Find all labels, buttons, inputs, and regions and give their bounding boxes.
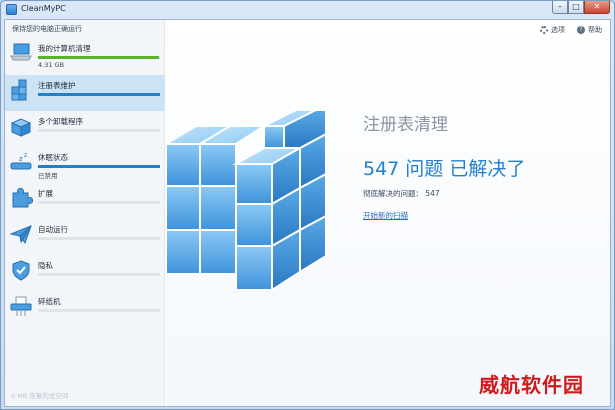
sidebar-item-label: 自动运行 xyxy=(38,225,68,234)
sidebar-item-autorun[interactable]: 自动运行 xyxy=(5,219,165,255)
laptop-icon xyxy=(10,43,32,61)
resolved-count: 彻底解决的问题： 547 xyxy=(363,189,440,198)
progress-track xyxy=(38,273,160,276)
start-new-scan-link[interactable]: 开始新的扫描 xyxy=(363,210,408,221)
progress-track xyxy=(38,56,160,59)
progress-track xyxy=(38,129,160,132)
gear-icon xyxy=(540,26,548,34)
progress-fill xyxy=(38,56,159,59)
progress-track xyxy=(38,93,160,96)
progress-fill xyxy=(38,165,160,168)
help-icon: ? xyxy=(577,26,585,34)
options-link[interactable]: 选项 xyxy=(540,25,565,35)
help-link[interactable]: ? 帮助 xyxy=(577,25,602,35)
box-icon xyxy=(10,118,32,137)
sidebar-item-label: 扩展 xyxy=(38,189,53,198)
sidebar-item-label: 碎纸机 xyxy=(38,297,61,306)
site-watermark: 威航软件园 xyxy=(479,373,584,397)
svg-text:z: z xyxy=(19,155,23,163)
client-area: 保持您的电脑正确运行 我的计算机清理 4.31 GB 注册表维护 多个卸载程序 … xyxy=(4,19,611,407)
sidebar-item-label: 注册表维护 xyxy=(38,81,76,90)
sidebar-item-label: 休眠状态 xyxy=(38,153,68,162)
sidebar: 保持您的电脑正确运行 我的计算机清理 4.31 GB 注册表维护 多个卸载程序 … xyxy=(5,20,165,406)
shredder-icon xyxy=(10,296,32,316)
sidebar-item-privacy[interactable]: 隐私 xyxy=(5,255,165,291)
sidebar-item-sub: 4.31 GB xyxy=(38,61,65,69)
sidebar-tagline: 保持您的电脑正确运行 xyxy=(12,25,82,33)
registry-cube-illustration xyxy=(166,109,327,292)
title-bar[interactable]: CleanMyPC – □ ✕ xyxy=(1,1,614,19)
shield-icon xyxy=(12,260,30,281)
sidebar-item-registry-maintenance[interactable]: 注册表维护 xyxy=(5,75,165,111)
top-links: 选项 ? 帮助 xyxy=(540,25,602,35)
app-window: CleanMyPC – □ ✕ 保持您的电脑正确运行 我的计算机清理 4.31 … xyxy=(0,0,615,410)
sidebar-item-my-computer-cleanup[interactable]: 我的计算机清理 4.31 GB xyxy=(5,38,165,74)
options-label: 选项 xyxy=(551,26,565,34)
sidebar-item-shredder[interactable]: 碎纸机 xyxy=(5,291,165,327)
page-title: 注册表清理 xyxy=(363,115,448,135)
sidebar-item-label: 多个卸载程序 xyxy=(38,117,83,126)
minimize-button[interactable]: – xyxy=(552,1,568,14)
progress-track xyxy=(38,237,160,240)
sidebar-item-extensions[interactable]: 扩展 xyxy=(5,183,165,219)
paper-plane-icon xyxy=(9,225,32,245)
svg-text:z: z xyxy=(24,152,27,159)
progress-track xyxy=(38,309,160,312)
result-summary: 547 问题 已解决了 xyxy=(363,158,526,180)
close-button[interactable]: ✕ xyxy=(584,1,610,14)
window-controls: – □ ✕ xyxy=(552,1,610,17)
puzzle-icon xyxy=(12,187,33,208)
sidebar-item-uninstaller[interactable]: 多个卸载程序 xyxy=(5,111,165,147)
progress-track xyxy=(38,165,160,168)
registry-cubes-icon xyxy=(11,79,27,101)
sidebar-item-hibernation[interactable]: z z 休眠状态 已禁用 xyxy=(5,147,165,183)
progress-track xyxy=(38,201,160,204)
window-title: CleanMyPC xyxy=(21,4,66,13)
progress-fill xyxy=(38,93,160,96)
help-label: 帮助 xyxy=(588,26,602,34)
sleep-icon: z z xyxy=(10,152,32,170)
maximize-button[interactable]: □ xyxy=(568,1,584,14)
sidebar-item-label: 隐私 xyxy=(38,261,53,270)
sidebar-item-sub: 已禁用 xyxy=(38,172,58,180)
main-panel: 选项 ? 帮助 注册表清理 547 问题 已解决了 彻底解决的问题： 547 开… xyxy=(166,20,610,406)
sidebar-item-label: 我的计算机清理 xyxy=(38,44,91,53)
app-icon xyxy=(6,4,17,15)
freed-space-total: 0 MB 恢复的总空间 xyxy=(11,392,69,400)
